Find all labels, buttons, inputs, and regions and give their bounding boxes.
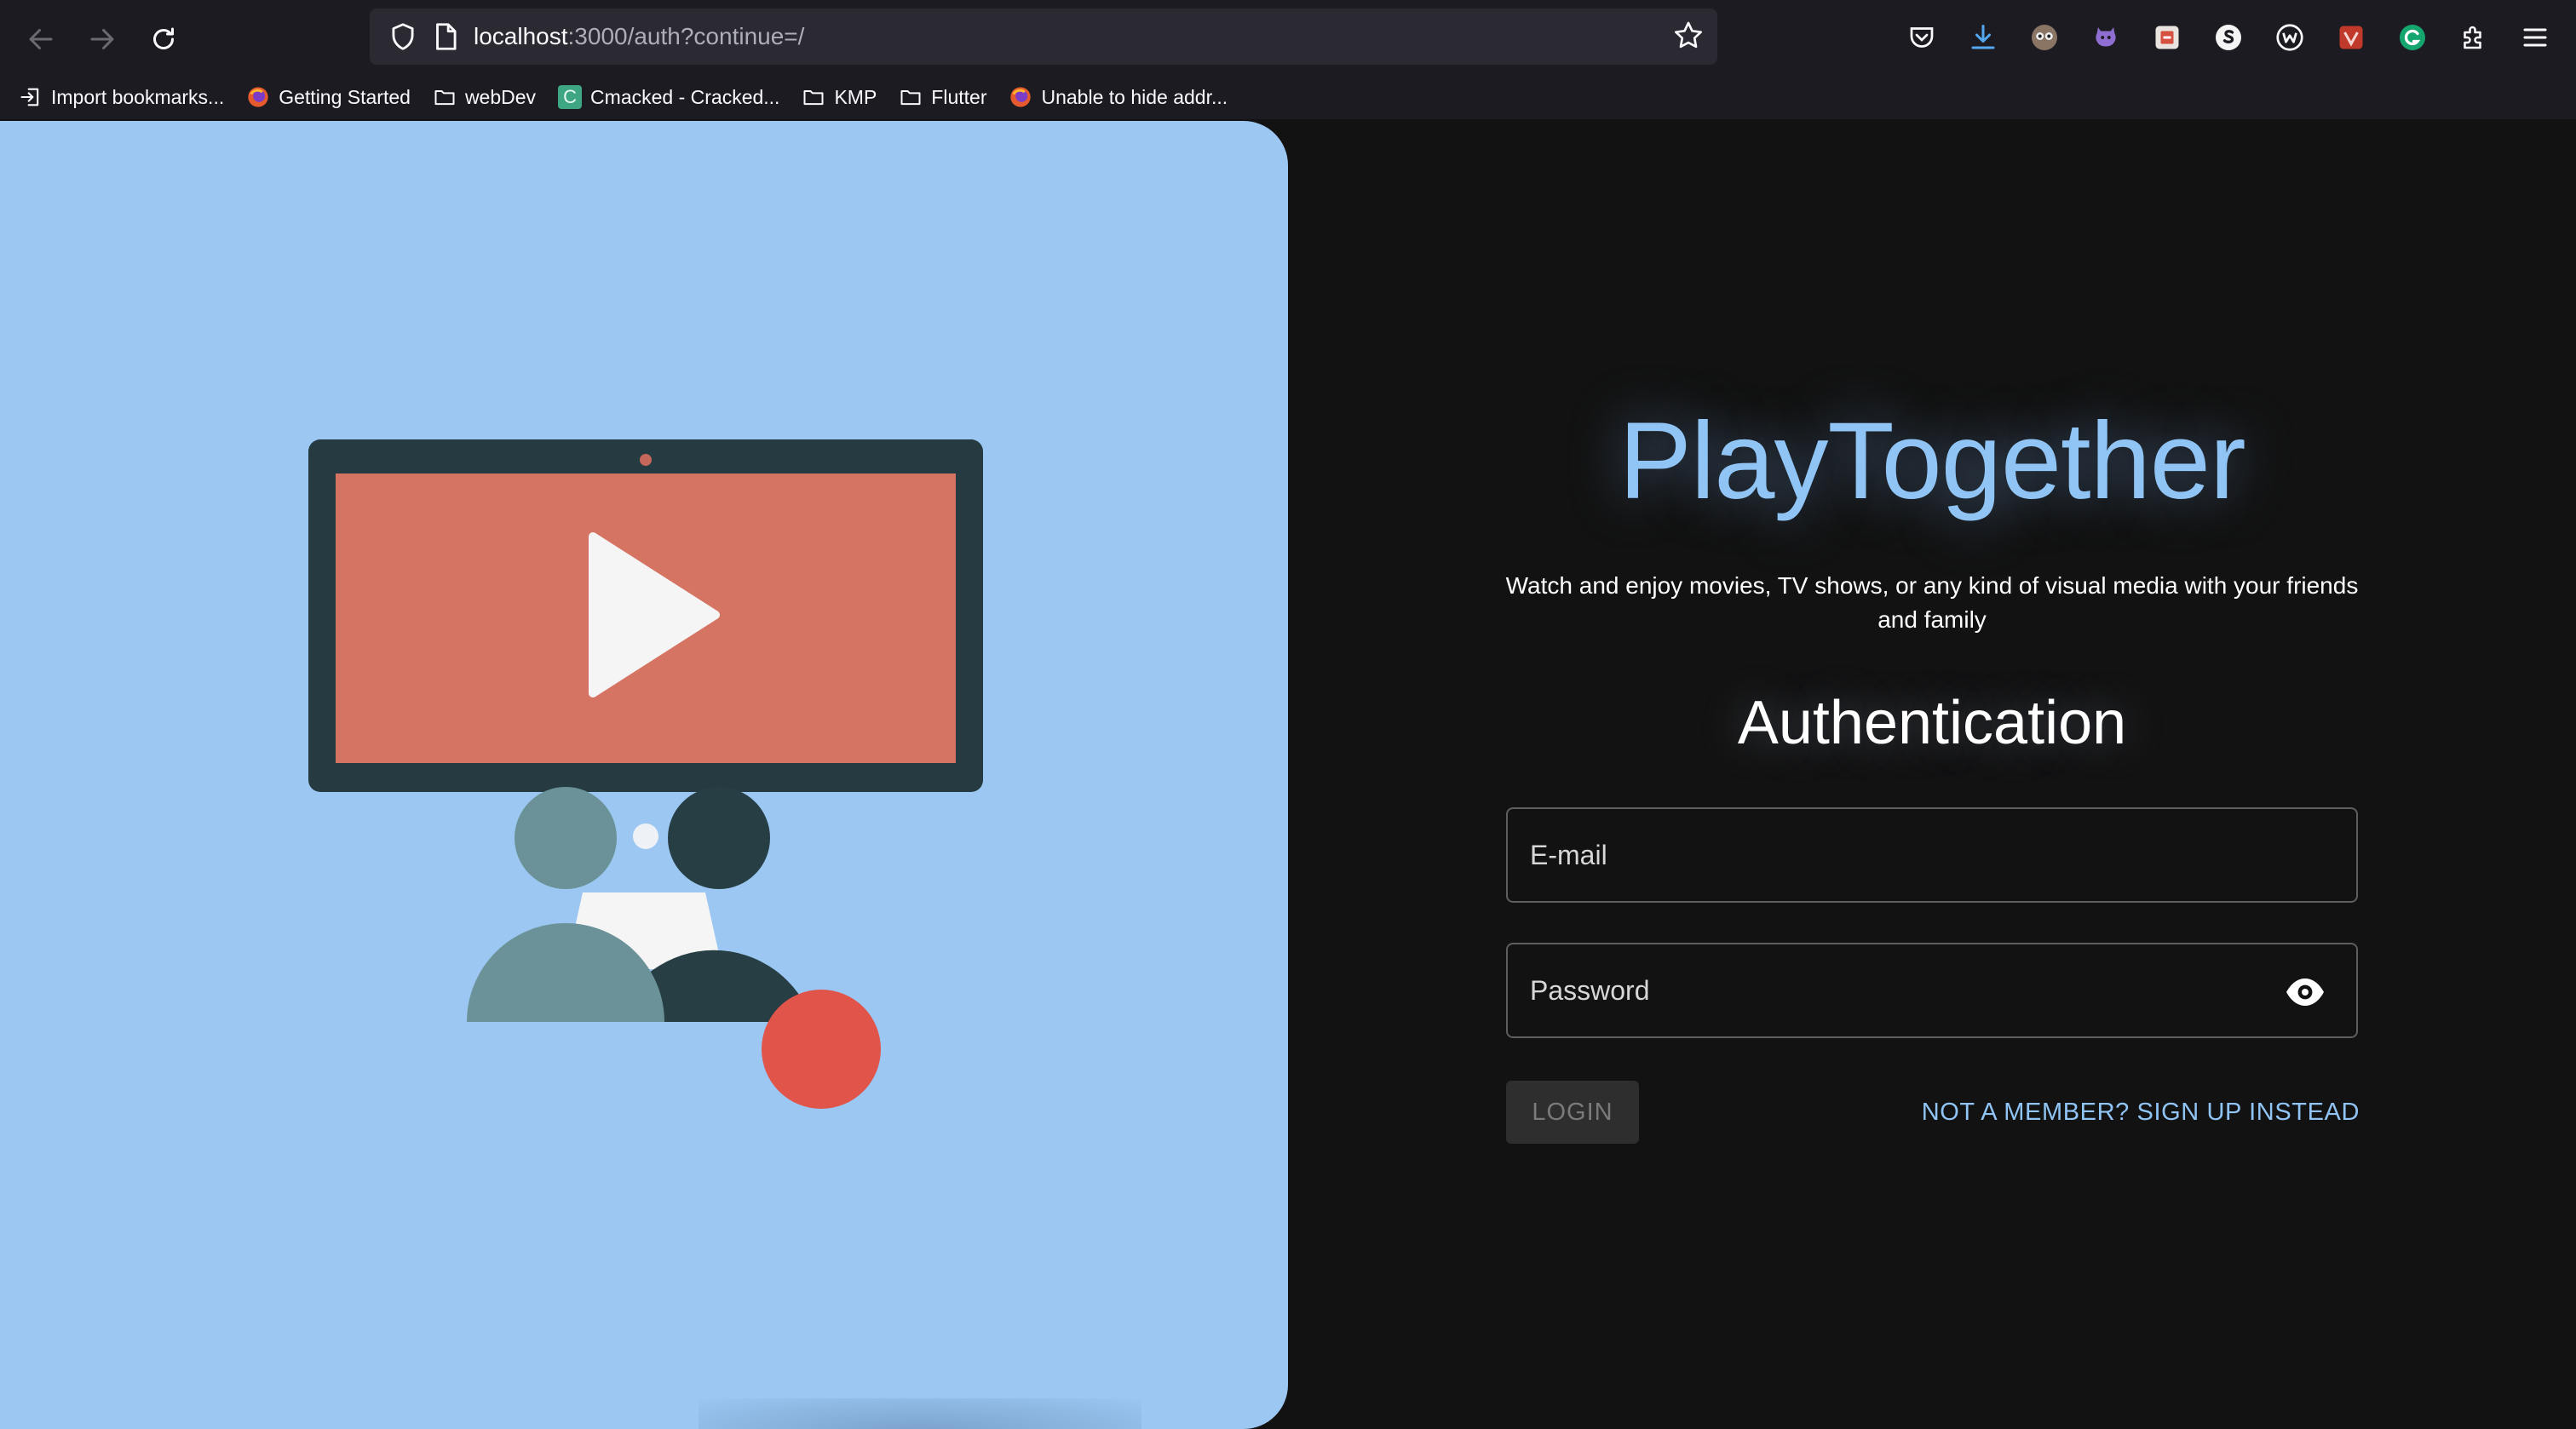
extensions-button[interactable] <box>2457 20 2491 55</box>
auth-heading: Authentication <box>1737 689 2127 757</box>
extension-github-button[interactable] <box>2089 20 2123 55</box>
email-field[interactable] <box>1506 807 2358 903</box>
extension-tool-button[interactable] <box>2150 20 2184 55</box>
signup-link[interactable]: NOT A MEMBER? SIGN UP INSTEAD <box>1922 1091 2360 1133</box>
puzzle-icon <box>2464 26 2481 49</box>
firefox-icon <box>248 87 268 107</box>
app-tagline: Watch and enjoy movies, TV shows, or any… <box>1505 572 2359 633</box>
auth-panel: PlayTogether Watch and enjoy movies, TV … <box>1288 119 2576 1429</box>
watch-together-illustration <box>308 439 983 1109</box>
downloads-button[interactable] <box>1966 20 2000 55</box>
email-input[interactable] <box>1508 809 2356 901</box>
illustration-panel <box>0 121 1288 1429</box>
shield-icon[interactable] <box>387 20 419 53</box>
password-input[interactable] <box>1508 944 2356 1036</box>
forward-button[interactable] <box>80 17 124 61</box>
bookmark-folder-kmp[interactable]: KMP <box>802 80 877 114</box>
extension-grammarly-button[interactable] <box>2395 20 2429 55</box>
download-icon <box>1971 25 1995 49</box>
center-dot <box>633 824 658 849</box>
bookmark-import[interactable]: Import bookmarks... <box>19 80 224 114</box>
person-light-head <box>515 787 617 889</box>
extension-ublock-button[interactable] <box>2334 20 2368 55</box>
pocket-button[interactable] <box>1905 20 1939 55</box>
app-brand-title: PlayTogether <box>1619 400 2245 522</box>
c-site-icon: C <box>558 85 583 109</box>
bookmark-label: Flutter <box>931 85 987 108</box>
firefox-icon <box>1010 87 1032 107</box>
octocat-extension-icon <box>2096 27 2116 47</box>
bookmark-label: Import bookmarks... <box>51 85 225 108</box>
record-dot <box>762 990 881 1109</box>
w-circle-extension-icon <box>2276 24 2303 51</box>
pocket-icon <box>1910 27 1934 48</box>
arrow-left-icon <box>29 29 53 49</box>
password-field[interactable] <box>1506 943 2358 1038</box>
bookmark-folder-flutter[interactable]: Flutter <box>899 80 986 114</box>
bookmark-star-icon[interactable] <box>1671 19 1705 53</box>
url-host: localhost <box>474 23 568 49</box>
folder-icon <box>900 90 921 106</box>
url-path: :3000/auth?continue=/ <box>567 23 805 49</box>
eye-icon[interactable] <box>2285 975 2326 1009</box>
bookmark-label: Unable to hide addr... <box>1041 85 1228 108</box>
bookmark-label: Getting Started <box>279 85 411 108</box>
grammarly-extension-icon <box>2400 25 2425 50</box>
browser-toolbar: localhost:3000/auth?continue=/ <box>0 0 2576 75</box>
s-extension-icon <box>2216 25 2241 50</box>
bookmark-label: Cmacked - Cracked... <box>590 85 780 108</box>
extension-w-button[interactable] <box>2273 20 2307 55</box>
owl-extension-icon <box>2032 25 2057 50</box>
bookmark-getting-started[interactable]: Getting Started <box>246 80 411 114</box>
bookmark-cmacked[interactable]: C Cmacked - Cracked... <box>558 80 779 114</box>
login-button[interactable]: LOGIN <box>1506 1081 1639 1144</box>
folder-icon <box>434 90 455 106</box>
bookmark-label: KMP <box>834 85 877 108</box>
bookmark-folder-webdev[interactable]: webDev <box>433 80 536 114</box>
menu-button[interactable] <box>2518 20 2552 55</box>
url-text[interactable]: localhost:3000/auth?continue=/ <box>474 20 804 53</box>
reload-icon <box>153 27 174 49</box>
extension-s-button[interactable] <box>2211 20 2245 55</box>
back-button[interactable] <box>19 17 63 61</box>
import-icon <box>20 88 39 106</box>
bookmarks-bar: Import bookmarks... Getting Started webD… <box>0 75 2576 119</box>
toolbox-extension-icon <box>2155 26 2179 49</box>
auth-page: PlayTogether Watch and enjoy movies, TV … <box>0 119 2576 1429</box>
person-dark-head <box>668 787 770 889</box>
url-bar[interactable]: localhost:3000/auth?continue=/ <box>370 9 1717 65</box>
extension-owl-button[interactable] <box>2027 20 2061 55</box>
ublock-extension-icon <box>2339 26 2363 49</box>
bookmark-label: webDev <box>464 85 537 108</box>
hamburger-menu-icon <box>2523 28 2547 47</box>
bookmark-unable-to-hide[interactable]: Unable to hide addr... <box>1009 80 1228 114</box>
reload-button[interactable] <box>141 17 186 61</box>
monitor-camera <box>640 454 652 466</box>
folder-icon <box>803 90 824 106</box>
arrow-right-icon <box>90 29 114 49</box>
page-icon <box>436 23 457 50</box>
